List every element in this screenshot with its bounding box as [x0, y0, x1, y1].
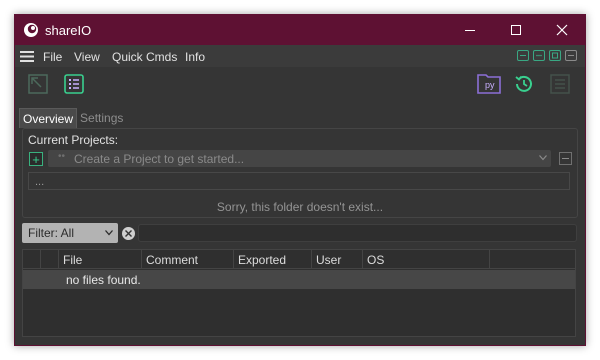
search-input[interactable] [138, 224, 577, 242]
project-select-placeholder: Create a Project to get started... [74, 152, 245, 166]
column-header-file[interactable]: File [59, 250, 142, 269]
table-row: no files found. [23, 270, 575, 289]
tab-bar: Overview Settings [19, 108, 126, 128]
mini-minimize-button[interactable] [517, 50, 529, 61]
maximize-button[interactable] [493, 15, 539, 45]
tab-settings[interactable]: Settings [77, 108, 126, 128]
mini-search-icon [552, 52, 558, 59]
close-button[interactable] [539, 15, 585, 45]
menu-info[interactable]: Info [185, 50, 205, 64]
list-view-icon[interactable] [63, 73, 85, 95]
project-select[interactable]: •• Create a Project to get started... [48, 150, 551, 167]
title-bar: shareIO [15, 15, 585, 45]
close-icon [556, 24, 568, 36]
column-header-comment[interactable]: Comment [142, 250, 234, 269]
clear-filter-button[interactable] [122, 227, 135, 240]
app-window: shareIO File View Quick Cmds Info py Ove… [14, 14, 586, 346]
filter-select[interactable]: Filter: All [22, 223, 118, 243]
project-path-value: ... [35, 176, 45, 188]
column-header-exported[interactable]: Exported [234, 250, 312, 269]
mini-close-button[interactable] [565, 50, 577, 61]
hamburger-menu-icon[interactable] [20, 51, 34, 62]
folder-status-message: Sorry, this folder doesn't exist... [216, 200, 384, 214]
chevron-down-icon [105, 230, 113, 236]
mini-restore-button[interactable] [533, 50, 545, 61]
menu-file[interactable]: File [43, 50, 62, 64]
minimize-button[interactable] [447, 15, 493, 45]
toolbar: py [15, 67, 585, 103]
tab-overview[interactable]: Overview [19, 108, 78, 128]
menu-bar: File View Quick Cmds Info [15, 45, 585, 67]
menu-quick-cmds[interactable]: Quick Cmds [112, 50, 177, 64]
chevron-down-icon [539, 155, 547, 161]
add-project-button[interactable]: + [29, 152, 43, 166]
mini-search-button[interactable] [549, 50, 561, 61]
column-header-os[interactable]: OS [363, 250, 490, 269]
drag-handle-icon: •• [58, 151, 66, 162]
mini-close-icon [568, 55, 574, 56]
remove-project-button[interactable] [559, 152, 572, 165]
python-folder-button[interactable]: py [477, 72, 501, 94]
files-table: File Comment Exported User OS no files f… [22, 249, 576, 337]
column-header-icon[interactable] [41, 250, 59, 269]
python-label: py [485, 80, 495, 90]
column-header-checkbox[interactable] [23, 250, 41, 269]
maximize-icon [511, 25, 521, 35]
current-projects-title: Current Projects: [28, 133, 119, 147]
app-logo-icon [24, 23, 38, 37]
details-panel-icon[interactable] [549, 73, 571, 95]
window-title: shareIO [45, 23, 92, 38]
expand-arrow-icon[interactable] [27, 73, 49, 95]
project-path-field[interactable]: ... [28, 172, 570, 190]
mini-more-icon [536, 54, 542, 57]
menu-view[interactable]: View [74, 50, 100, 64]
plus-icon: + [32, 151, 40, 167]
history-icon[interactable] [513, 73, 535, 95]
column-header-user[interactable]: User [312, 250, 363, 269]
table-header: File Comment Exported User OS [23, 250, 575, 269]
no-files-message: no files found. [66, 273, 141, 287]
clear-x-icon [125, 230, 132, 237]
minimize-icon [465, 30, 475, 31]
filter-selected-value: Filter: All [28, 226, 75, 240]
column-header-extra[interactable] [490, 250, 575, 269]
mini-window-controls [517, 50, 577, 61]
mini-minimize-icon [520, 55, 526, 56]
